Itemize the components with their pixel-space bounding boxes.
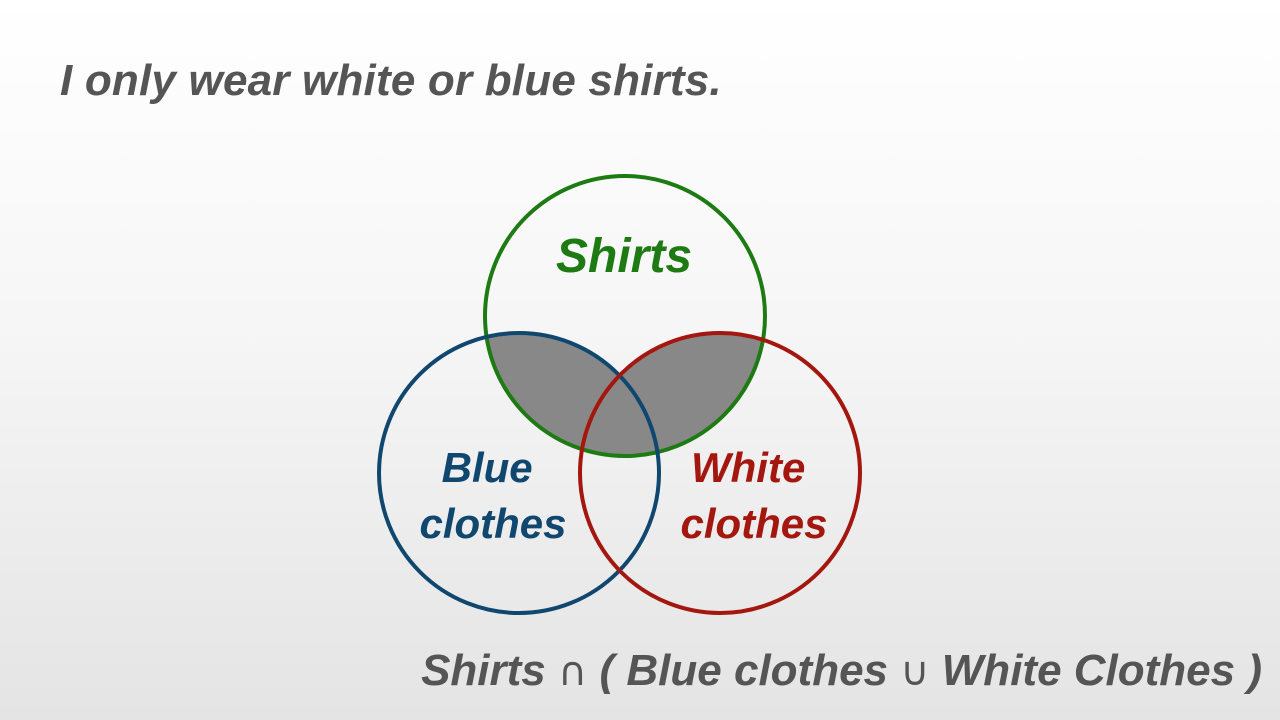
formula-close-paren: ) [1247, 646, 1262, 695]
union-symbol: ∪ [900, 649, 930, 695]
white-clothes-label-line-2: clothes [680, 500, 827, 547]
white-clothes-label-line-1: White [691, 444, 805, 491]
blue-clothes-label: Blue clothes [419, 444, 566, 547]
blue-clothes-label-line-2: clothes [419, 500, 566, 547]
formula-open-paren: ( [599, 646, 615, 695]
formula-white-clothes: White Clothes [941, 646, 1236, 695]
blue-clothes-label-line-1: Blue [442, 444, 533, 491]
white-clothes-label: White clothes [680, 444, 827, 547]
intersection-symbol: ∩ [558, 649, 588, 695]
formula-shirts: Shirts [421, 646, 546, 695]
set-formula: Shirts ∩ ( Blue clothes ∪ White Clothes … [421, 646, 1262, 696]
shirts-label: Shirts [556, 230, 692, 283]
formula-blue-clothes: Blue clothes [626, 646, 889, 695]
shirts-label-line: Shirts [556, 230, 692, 283]
venn-diagram: Shirts Blue clothes White clothes [377, 174, 862, 615]
